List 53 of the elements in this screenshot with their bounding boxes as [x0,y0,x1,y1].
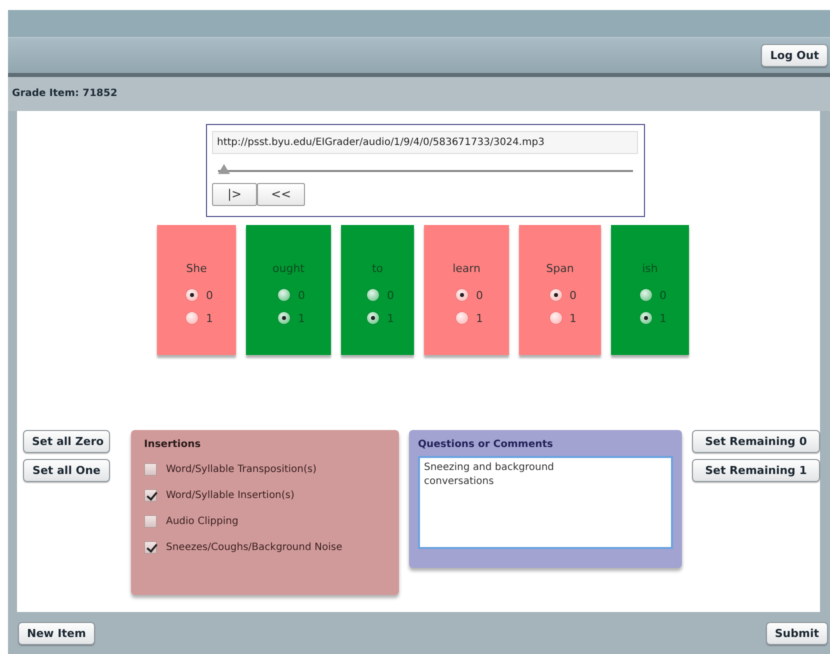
log-out-button[interactable]: Log Out [761,44,828,67]
rewind-button[interactable]: << [257,182,305,206]
radio-button[interactable] [278,312,290,324]
url-field[interactable]: http://psst.byu.edu/EIGrader/audio/1/9/4/0/583671733/3024.mp3 [212,130,638,154]
checkbox-label: Word/Syllable Transposition(s) [166,464,317,475]
radio-button[interactable] [640,289,652,302]
checkbox[interactable] [144,488,157,502]
comment-field[interactable]: Sneezing and background conversations [418,456,673,549]
radio-button[interactable] [367,289,379,302]
radio-button[interactable] [278,289,290,302]
radio-label: 1 [570,312,576,325]
radio-label: 0 [476,288,483,302]
checkbox[interactable] [144,514,157,528]
radio-label: 0 [206,288,213,302]
radio-button[interactable] [367,312,379,324]
radio-label: 0 [387,288,394,302]
panel-title: Insertions [144,438,202,450]
word-label: She [186,262,207,275]
word-label: ought [272,262,304,275]
word-label: Span [546,262,574,275]
seek-slider[interactable] [218,164,633,176]
set-remaining-one-button[interactable]: Set Remaining 1 [692,458,820,482]
checkbox-label: Audio Clipping [166,516,238,527]
checkbox-label: Word/Syllable Insertion(s) [166,490,294,501]
radio-button[interactable] [640,312,652,324]
radio-button[interactable] [456,289,468,302]
checkbox-label: Sneezes/Coughs/Background Noise [166,542,342,553]
checkbox[interactable] [144,540,157,554]
panel-title: Questions or Comments [418,438,554,450]
grade-item-title: Grade Item: 71852 [12,88,118,100]
checkbox[interactable] [144,462,157,476]
radio-button[interactable] [456,312,468,324]
radio-label: 1 [476,312,483,325]
radio-label: 0 [298,288,305,302]
submit-button[interactable]: Submit [766,622,828,645]
word-label: to [372,262,384,275]
play-button[interactable]: |> [212,182,257,206]
radio-button[interactable] [550,312,562,324]
set-all-zero-button[interactable]: Set all Zero [23,430,110,453]
radio-button[interactable] [186,289,198,302]
set-all-one-button[interactable]: Set all One [23,458,110,482]
word-label: ish [642,262,658,275]
radio-button[interactable] [550,289,562,302]
radio-label: 1 [387,312,394,325]
radio-label: 1 [298,312,305,325]
radio-label: 1 [660,312,666,325]
radio-label: 0 [570,288,576,302]
radio-label: 0 [660,288,666,302]
new-item-button[interactable]: New Item [18,622,95,645]
radio-label: 1 [206,312,213,325]
word-label: learn [452,262,480,275]
radio-button[interactable] [186,312,198,324]
set-remaining-zero-button[interactable]: Set Remaining 0 [692,430,820,453]
